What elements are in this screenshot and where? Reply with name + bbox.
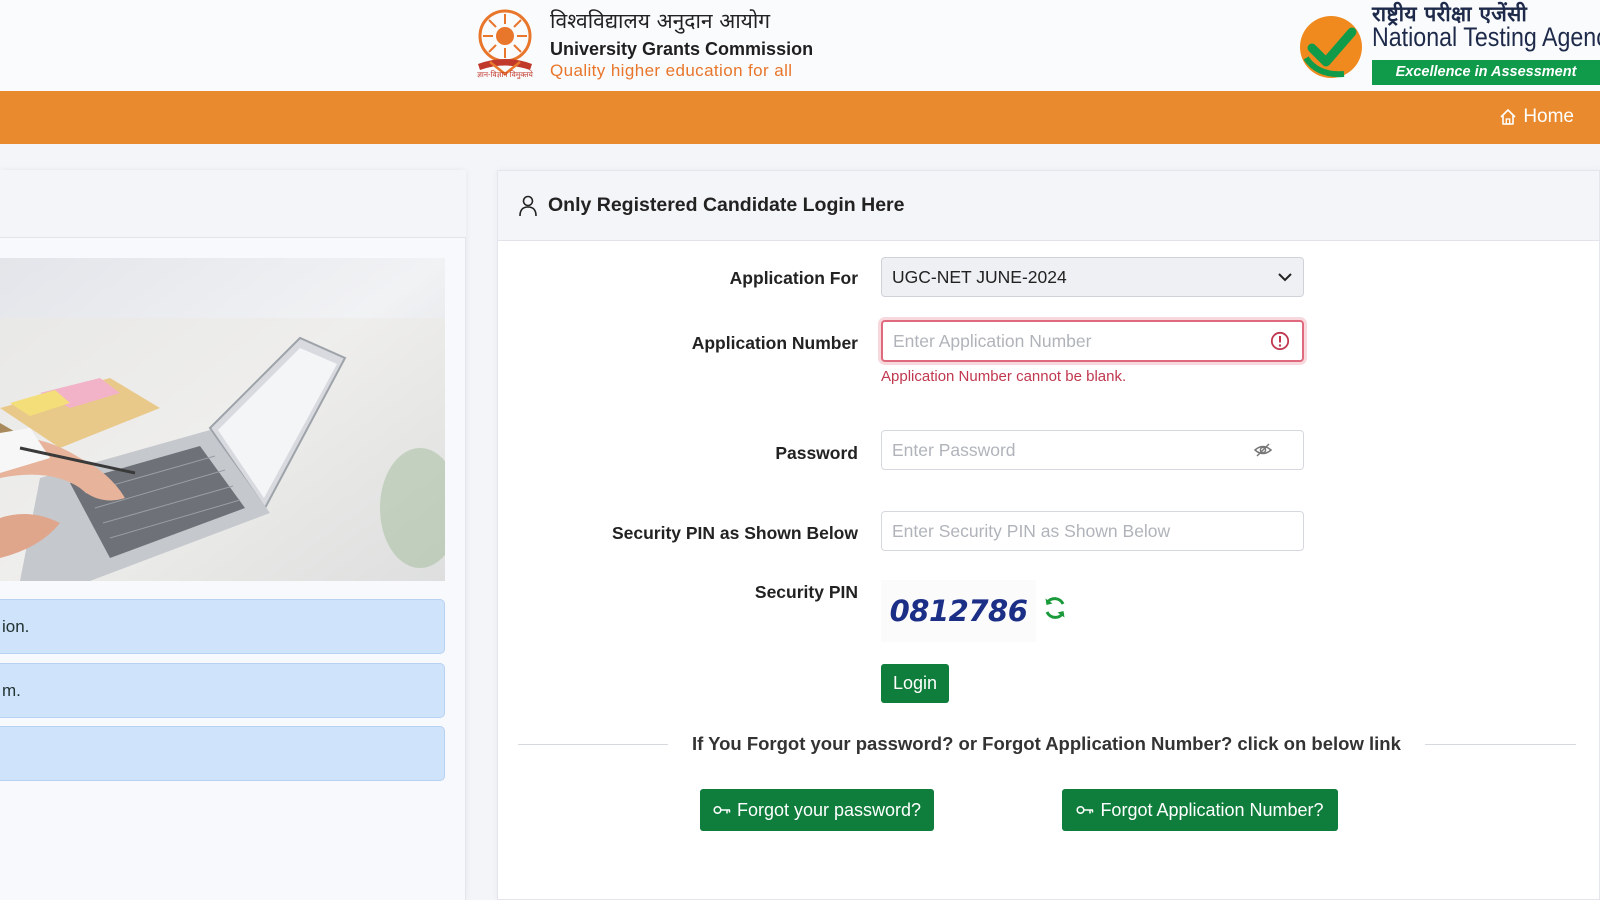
password-label: Password bbox=[775, 443, 858, 463]
forgot-application-number-button[interactable]: Forgot Application Number? bbox=[1062, 789, 1338, 831]
ugc-logo-block[interactable]: ज्ञान-विज्ञान विमुक्तये विश्वविद्यालय अन… bbox=[470, 4, 830, 86]
forgot-help-text: If You Forgot your password? or Forgot A… bbox=[668, 731, 1425, 757]
security-pin-label: Security PIN bbox=[754, 582, 858, 602]
info-panel-header bbox=[0, 170, 466, 238]
laptop-illustration-icon bbox=[0, 258, 445, 581]
application-for-label: Application For bbox=[729, 268, 858, 288]
security-pin-input[interactable] bbox=[881, 511, 1304, 551]
password-input[interactable] bbox=[881, 430, 1304, 470]
ugc-emblem-caption: ज्ञान-विज्ञान विमुक्तये bbox=[477, 70, 533, 79]
laptop-hero-image bbox=[0, 258, 445, 581]
info-panel: ion. m. bbox=[0, 170, 466, 900]
error-alert-icon bbox=[1270, 331, 1290, 351]
application-number-input[interactable] bbox=[881, 320, 1304, 362]
ugc-name: University Grants Commission bbox=[550, 39, 814, 59]
captcha-value: 0812786 bbox=[889, 594, 1028, 628]
login-title: Only Registered Candidate Login Here bbox=[548, 194, 905, 216]
home-icon bbox=[1500, 109, 1516, 125]
user-icon bbox=[519, 195, 537, 216]
forgot-application-number-label: Forgot Application Number? bbox=[1100, 799, 1324, 820]
refresh-captcha-icon[interactable] bbox=[1042, 595, 1068, 621]
site-header: ज्ञान-विज्ञान विमुक्तये विश्वविद्यालय अन… bbox=[0, 0, 1600, 91]
nta-logo-block[interactable]: राष्ट्रीय परीक्षा एजेंसी National Testin… bbox=[1298, 0, 1600, 88]
eye-slash-icon[interactable] bbox=[1253, 440, 1273, 460]
forgot-password-button[interactable]: Forgot your password? bbox=[700, 789, 934, 831]
nta-checkmark-logo-icon bbox=[1300, 16, 1362, 78]
info-item-3[interactable] bbox=[0, 726, 445, 781]
info-item-1[interactable]: ion. bbox=[0, 599, 445, 654]
application-number-error: Application Number cannot be blank. bbox=[881, 368, 1127, 385]
chevron-down-icon bbox=[1278, 273, 1292, 282]
application-for-value: UGC-NET JUNE-2024 bbox=[892, 267, 1067, 287]
captcha-image: 0812786 bbox=[881, 580, 1036, 642]
security-pin-input-label: Security PIN as Shown Below bbox=[611, 523, 858, 543]
top-navbar: Home bbox=[0, 91, 1600, 144]
home-link-label: Home bbox=[1523, 106, 1574, 127]
info-item-2[interactable]: m. bbox=[0, 663, 445, 718]
ugc-tagline: Quality higher education for all bbox=[550, 61, 793, 80]
ugc-hindi-name: विश्वविद्यालय अनुदान आयोग bbox=[550, 9, 771, 33]
forgot-password-label: Forgot your password? bbox=[736, 799, 922, 820]
key-icon bbox=[713, 805, 731, 815]
login-button[interactable]: Login bbox=[881, 664, 949, 703]
home-link[interactable]: Home bbox=[1499, 106, 1574, 128]
nta-name: National Testing Agency bbox=[1372, 22, 1600, 52]
key-icon bbox=[1076, 805, 1094, 815]
nta-tagline: Excellence in Assessment bbox=[1372, 60, 1600, 85]
login-card-header: Only Registered Candidate Login Here bbox=[498, 171, 1599, 241]
application-number-label: Application Number bbox=[691, 333, 858, 353]
application-for-select[interactable]: UGC-NET JUNE-2024 bbox=[881, 257, 1304, 297]
login-card: Only Registered Candidate Login Here App… bbox=[497, 170, 1600, 900]
